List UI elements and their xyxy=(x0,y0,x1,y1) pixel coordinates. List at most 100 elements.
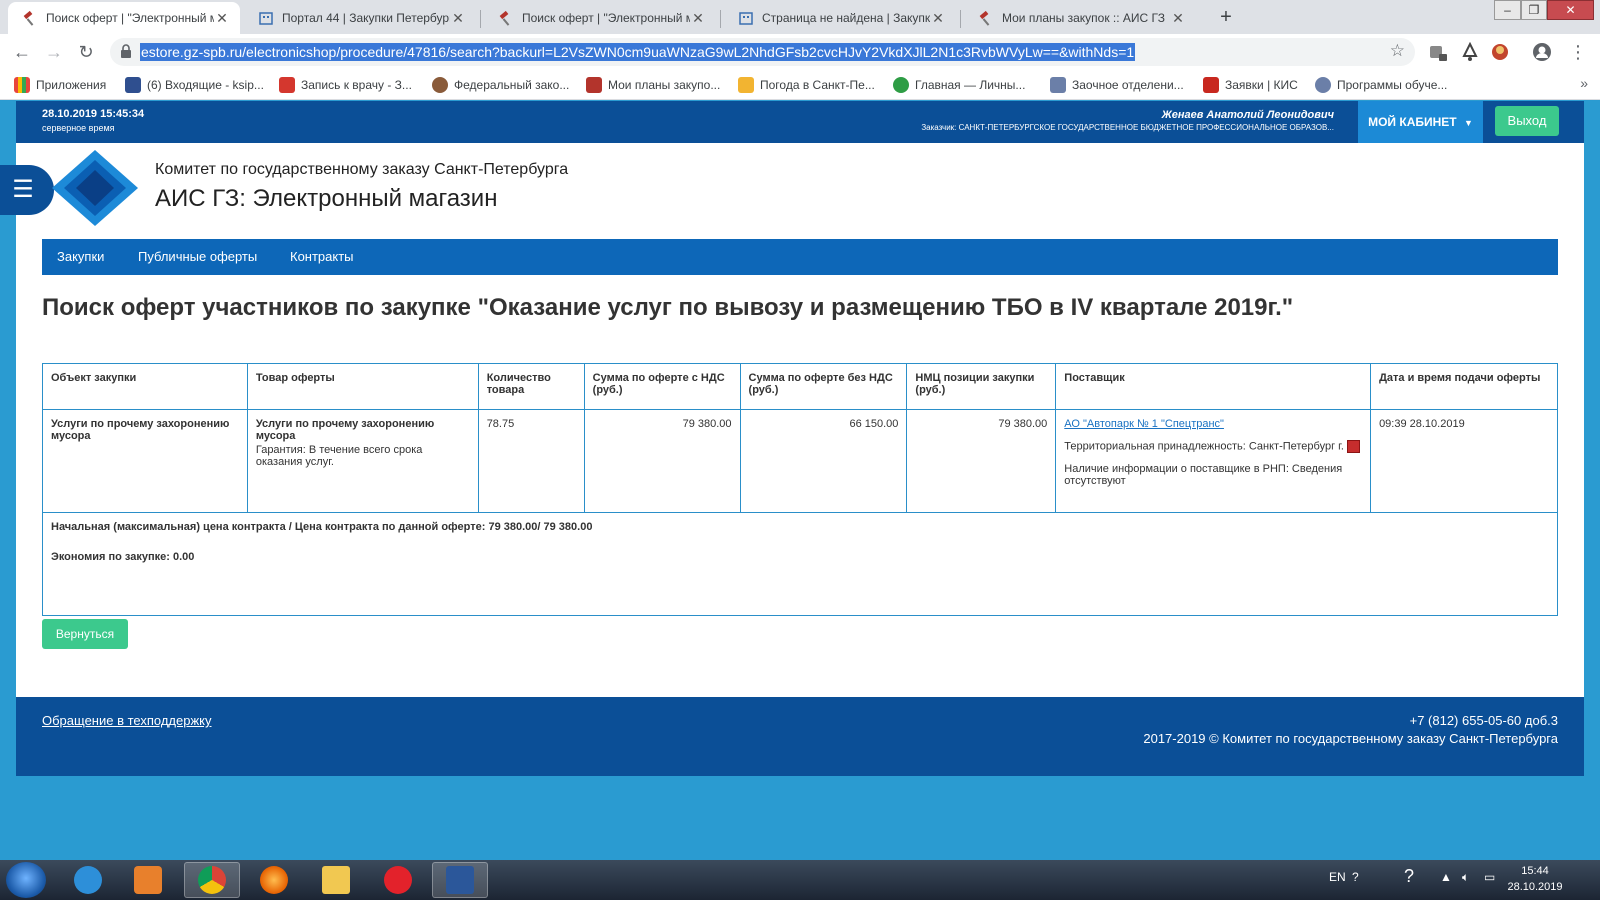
site-top-bar: 28.10.2019 15:45:34 серверное время Жена… xyxy=(16,101,1584,143)
territory-text: Территориальная принадлежность: Санкт-Пе… xyxy=(1064,440,1344,453)
server-datetime: 28.10.2019 15:45:34 xyxy=(42,108,145,120)
bookmark-label: Запись к врачу - З... xyxy=(301,78,412,92)
table-row: Услуги по прочему захоронению мусора Усл… xyxy=(42,409,1558,513)
emblem-icon xyxy=(1315,77,1331,93)
help-circle-icon[interactable]: ? xyxy=(1404,866,1414,887)
lock-icon xyxy=(121,44,131,58)
network-icon[interactable]: ▭ xyxy=(1484,870,1495,884)
maximize-button[interactable]: ❐ xyxy=(1521,0,1547,20)
mail-icon xyxy=(125,77,141,93)
my-cabinet-button[interactable]: МОЙ КАБИНЕТ ▼ xyxy=(1358,101,1483,143)
start-button[interactable] xyxy=(6,862,46,898)
profile-icon[interactable] xyxy=(1532,42,1552,62)
more-bookmarks-icon[interactable]: » xyxy=(1580,75,1588,91)
bookmark-label: Погода в Санкт-Пе... xyxy=(760,78,875,92)
url-text[interactable]: estore.gz-spb.ru/electronicshop/procedur… xyxy=(140,43,1136,61)
taskbar-firefox[interactable] xyxy=(246,862,302,898)
page-content: 28.10.2019 15:45:34 серверное время Жена… xyxy=(0,101,1584,776)
tab-portal-44[interactable]: Портал 44 | Закупки Петербург ✕ xyxy=(244,2,476,34)
reload-icon[interactable]: ↻ xyxy=(74,40,98,64)
close-tab-icon[interactable]: ✕ xyxy=(1170,10,1186,27)
hamburger-menu-icon[interactable]: ☰ xyxy=(0,165,54,215)
bookmark-apps[interactable]: Приложения xyxy=(14,77,106,93)
university-icon xyxy=(1050,77,1066,93)
firefox-icon xyxy=(260,866,288,894)
exit-button[interactable]: Выход xyxy=(1495,106,1559,136)
tab-separator xyxy=(720,10,721,28)
bookmark-kis[interactable]: Заявки | КИС xyxy=(1203,77,1298,93)
product-text: Услуги по прочему захоронению мусора xyxy=(255,418,435,442)
column-header: Количество товара xyxy=(477,363,585,410)
bell-icon[interactable] xyxy=(1460,42,1480,62)
bookmark-star-icon[interactable]: ☆ xyxy=(1390,41,1405,61)
bookmark-programs[interactable]: Программы обуче... xyxy=(1315,77,1447,93)
column-header: Сумма по оферте без НДС (руб.) xyxy=(739,363,908,410)
clock-time: 15:44 xyxy=(1521,865,1549,877)
bookmark-inbox[interactable]: (6) Входящие - ksip... xyxy=(125,77,264,93)
media-player-icon xyxy=(134,866,162,894)
system-clock[interactable]: 15:44 28.10.2019 xyxy=(1500,863,1570,895)
taskbar-media-player[interactable] xyxy=(120,862,176,898)
nav-item-purchases[interactable]: Закупки xyxy=(57,239,104,275)
tab-title: Поиск оферт | "Электронный м xyxy=(522,11,690,25)
my-cabinet-label: МОЙ КАБИНЕТ xyxy=(1368,115,1457,129)
volume-icon[interactable]: 🔈︎ xyxy=(1462,870,1469,885)
taskbar-opera[interactable] xyxy=(370,862,426,898)
gavel-icon xyxy=(23,10,34,26)
tab-page-not-found[interactable]: Страница не найдена | Закупки ✕ xyxy=(724,2,956,34)
supplier-link[interactable]: АО "Автопарк № 1 "Спецтранс" xyxy=(1064,418,1224,430)
tab-my-plans[interactable]: Мои планы закупок :: АИС ГЗ ✕ xyxy=(964,2,1196,34)
support-phone: +7 (812) 655-05-60 доб.3 xyxy=(1409,713,1558,728)
bookmark-weather[interactable]: Погода в Санкт-Пе... xyxy=(738,77,875,93)
bookmark-label: Заявки | КИС xyxy=(1225,78,1298,92)
bookmark-label: Главная — Личны... xyxy=(915,78,1026,92)
minimize-button[interactable]: – xyxy=(1494,0,1521,20)
close-tab-icon[interactable]: ✕ xyxy=(690,10,706,27)
tray-arrow-icon[interactable]: ▲ xyxy=(1440,870,1452,884)
browser-menu-icon[interactable]: ⋮ xyxy=(1566,40,1590,64)
column-header: Сумма по оферте с НДС (руб.) xyxy=(583,363,741,410)
address-bar[interactable]: estore.gz-spb.ru/electronicshop/procedur… xyxy=(110,38,1415,66)
nav-item-contracts[interactable]: Контракты xyxy=(290,239,354,275)
bookmark-correspondence[interactable]: Заочное отделени... xyxy=(1050,77,1184,93)
bookmark-doctor[interactable]: Запись к врачу - З... xyxy=(279,77,412,93)
taskbar-chrome[interactable] xyxy=(184,862,240,898)
extension-puzzle-icon[interactable] xyxy=(1428,42,1448,62)
close-window-button[interactable]: ✕ xyxy=(1547,0,1594,20)
new-tab-button[interactable]: + xyxy=(1213,5,1239,31)
language-indicator[interactable]: EN xyxy=(1329,870,1346,884)
close-tab-icon[interactable]: ✕ xyxy=(930,10,946,27)
kis-logo-icon xyxy=(1203,77,1219,93)
caret-down-icon: ▼ xyxy=(1463,118,1473,128)
column-header: НМЦ позиции закупки (руб.) xyxy=(906,363,1057,410)
bookmark-personal[interactable]: Главная — Личны... xyxy=(893,77,1025,93)
gavel-icon xyxy=(979,10,990,26)
bookmark-federal-law[interactable]: Федеральный зако... xyxy=(432,77,569,93)
column-header: Товар оферты xyxy=(246,363,479,410)
taskbar: EN ? ? ▲ 🔈︎ ▭ 15:44 28.10.2019 xyxy=(0,860,1600,900)
forward-arrow-icon[interactable]: → xyxy=(42,40,66,64)
cell-submitted: 09:39 28.10.2019 xyxy=(1370,409,1558,513)
taskbar-word[interactable] xyxy=(432,862,488,898)
tab-title: Мои планы закупок :: АИС ГЗ xyxy=(1002,11,1166,25)
tab-offer-search-2[interactable]: Поиск оферт | "Электронный м ✕ xyxy=(484,2,716,34)
close-tab-icon[interactable]: ✕ xyxy=(214,10,230,27)
back-button[interactable]: Вернуться xyxy=(42,619,128,649)
bookmark-my-plans[interactable]: Мои планы закупо... xyxy=(586,77,720,93)
back-arrow-icon[interactable]: ← xyxy=(10,40,34,64)
tab-strip: Поиск оферт | "Электронный м ✕ Портал 44… xyxy=(0,0,1600,34)
site-footer: Обращение в техподдержку +7 (812) 655-05… xyxy=(16,697,1584,776)
close-tab-icon[interactable]: ✕ xyxy=(450,10,466,27)
cell-nmc: 79 380.00 xyxy=(906,409,1057,513)
user-name: Женаев Анатолий Леонидович xyxy=(1161,109,1334,121)
tab-offer-search-1[interactable]: Поиск оферт | "Электронный м ✕ xyxy=(8,2,240,34)
nav-item-public-offers[interactable]: Публичные оферты xyxy=(138,239,257,275)
page-title: Поиск оферт участников по закупке "Оказа… xyxy=(42,294,1294,321)
extension-avatar-icon[interactable] xyxy=(1490,42,1510,62)
taskbar-explorer[interactable] xyxy=(308,862,364,898)
summary-row: Начальная (максимальная) цена контракта … xyxy=(42,512,1558,616)
taskbar-ie[interactable] xyxy=(60,862,116,898)
help-icon[interactable]: ? xyxy=(1352,870,1359,884)
cell-sum-with-vat: 79 380.00 xyxy=(583,409,741,513)
support-link[interactable]: Обращение в техподдержку xyxy=(42,713,212,728)
